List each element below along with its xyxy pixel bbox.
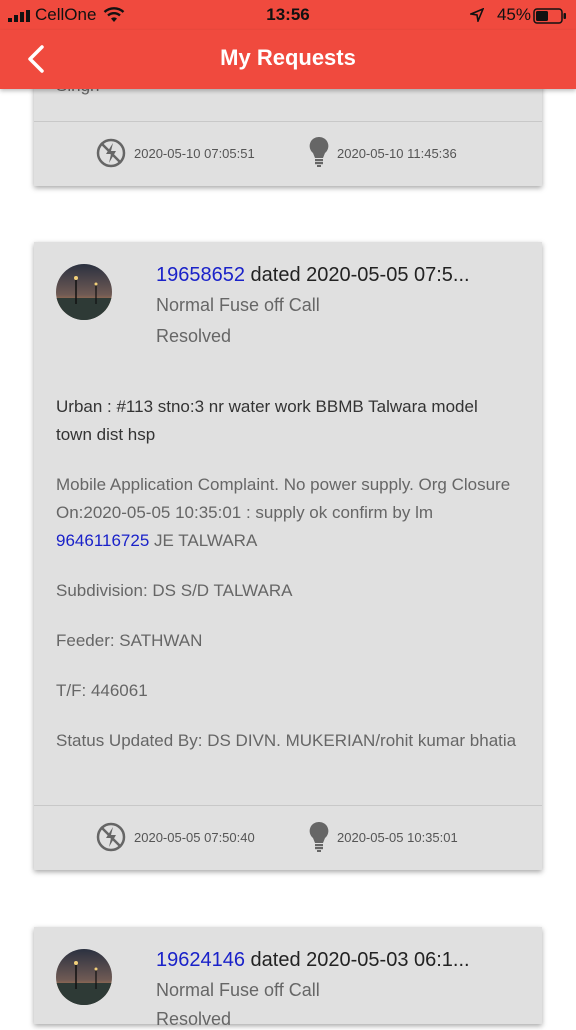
request-heading: 19658652 dated 2020-05-05 07:5... — [156, 264, 470, 287]
request-card[interactable]: 19624146 dated 2020-05-03 06:1... Normal… — [34, 927, 542, 1029]
transformer: T/F: 446061 — [56, 681, 148, 700]
power-off-time: 2020-05-05 07:50:40 — [134, 830, 255, 845]
bulb-icon — [309, 136, 329, 167]
power-off-time: 2020-05-10 07:05:51 — [134, 146, 255, 161]
request-date: dated 2020-05-03 06:1... — [244, 949, 470, 971]
bulb-icon — [309, 821, 329, 852]
feeder: Feeder: SATHWAN — [56, 631, 203, 650]
card-divider — [34, 805, 542, 806]
battery-icon — [533, 8, 566, 24]
location-arrow-icon — [470, 8, 484, 22]
phone-link[interactable]: 9646116725 — [56, 531, 149, 550]
subdivision: Subdivision: DS S/D TALWARA — [56, 581, 293, 600]
street-photo-icon — [56, 276, 112, 320]
complaint-type: Normal Fuse off Call — [156, 295, 320, 315]
power-restore-time: 2020-05-10 11:45:36 — [337, 146, 457, 161]
request-number-link[interactable]: 19658652 — [156, 264, 245, 286]
request-card[interactable]: 19658652 dated 2020-05-05 07:5... Normal… — [34, 242, 542, 870]
remarks-text: Mobile Application Complaint. No power s… — [56, 475, 511, 522]
avatar — [56, 949, 112, 1005]
power-off-icon — [96, 822, 126, 852]
request-status: Resolved — [156, 1009, 232, 1029]
power-restore-time: 2020-05-05 10:35:01 — [337, 830, 458, 845]
status-updated-by: Status Updated By: DS DIVN. MUKERIAN/roh… — [56, 731, 517, 750]
card-divider — [34, 121, 542, 122]
status-bar: CellOne 13:56 45% — [0, 0, 576, 30]
request-status: Resolved — [156, 326, 232, 346]
battery-percent: 45% — [496, 5, 531, 24]
street-photo-icon — [56, 961, 112, 1005]
address: Urban : #113 stno:3 nr water work BBMB T… — [56, 397, 478, 444]
request-number-link[interactable]: 19624146 — [156, 949, 245, 971]
remarks: Mobile Application Complaint. No power s… — [56, 471, 526, 555]
navigation-bar: My Requests — [0, 30, 576, 89]
remarks-suffix: JE TALWARA — [149, 531, 258, 550]
complaint-type: Normal Fuse off Call — [156, 980, 320, 1000]
request-date: dated 2020-05-05 07:5... — [244, 264, 470, 286]
page-title: My Requests — [220, 45, 356, 70]
request-heading: 19624146 dated 2020-05-03 06:1... — [156, 949, 470, 972]
power-off-icon — [96, 138, 126, 168]
clock: 13:56 — [266, 5, 310, 24]
avatar — [56, 264, 112, 320]
